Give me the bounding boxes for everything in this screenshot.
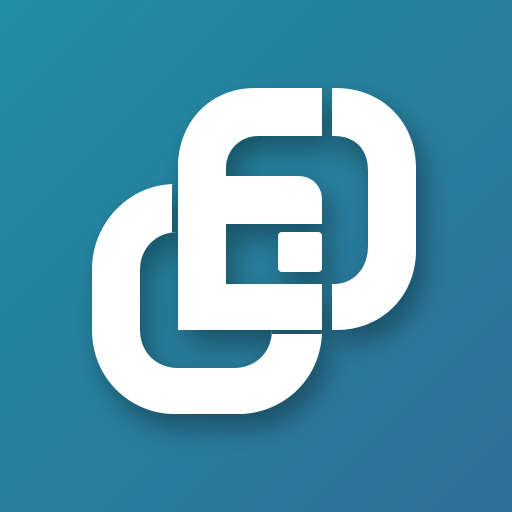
inner-notch-block [278,232,322,272]
icon-background [0,0,512,512]
inner-e-stroke-shape [226,176,322,224]
app-icon[interactable] [0,0,512,512]
